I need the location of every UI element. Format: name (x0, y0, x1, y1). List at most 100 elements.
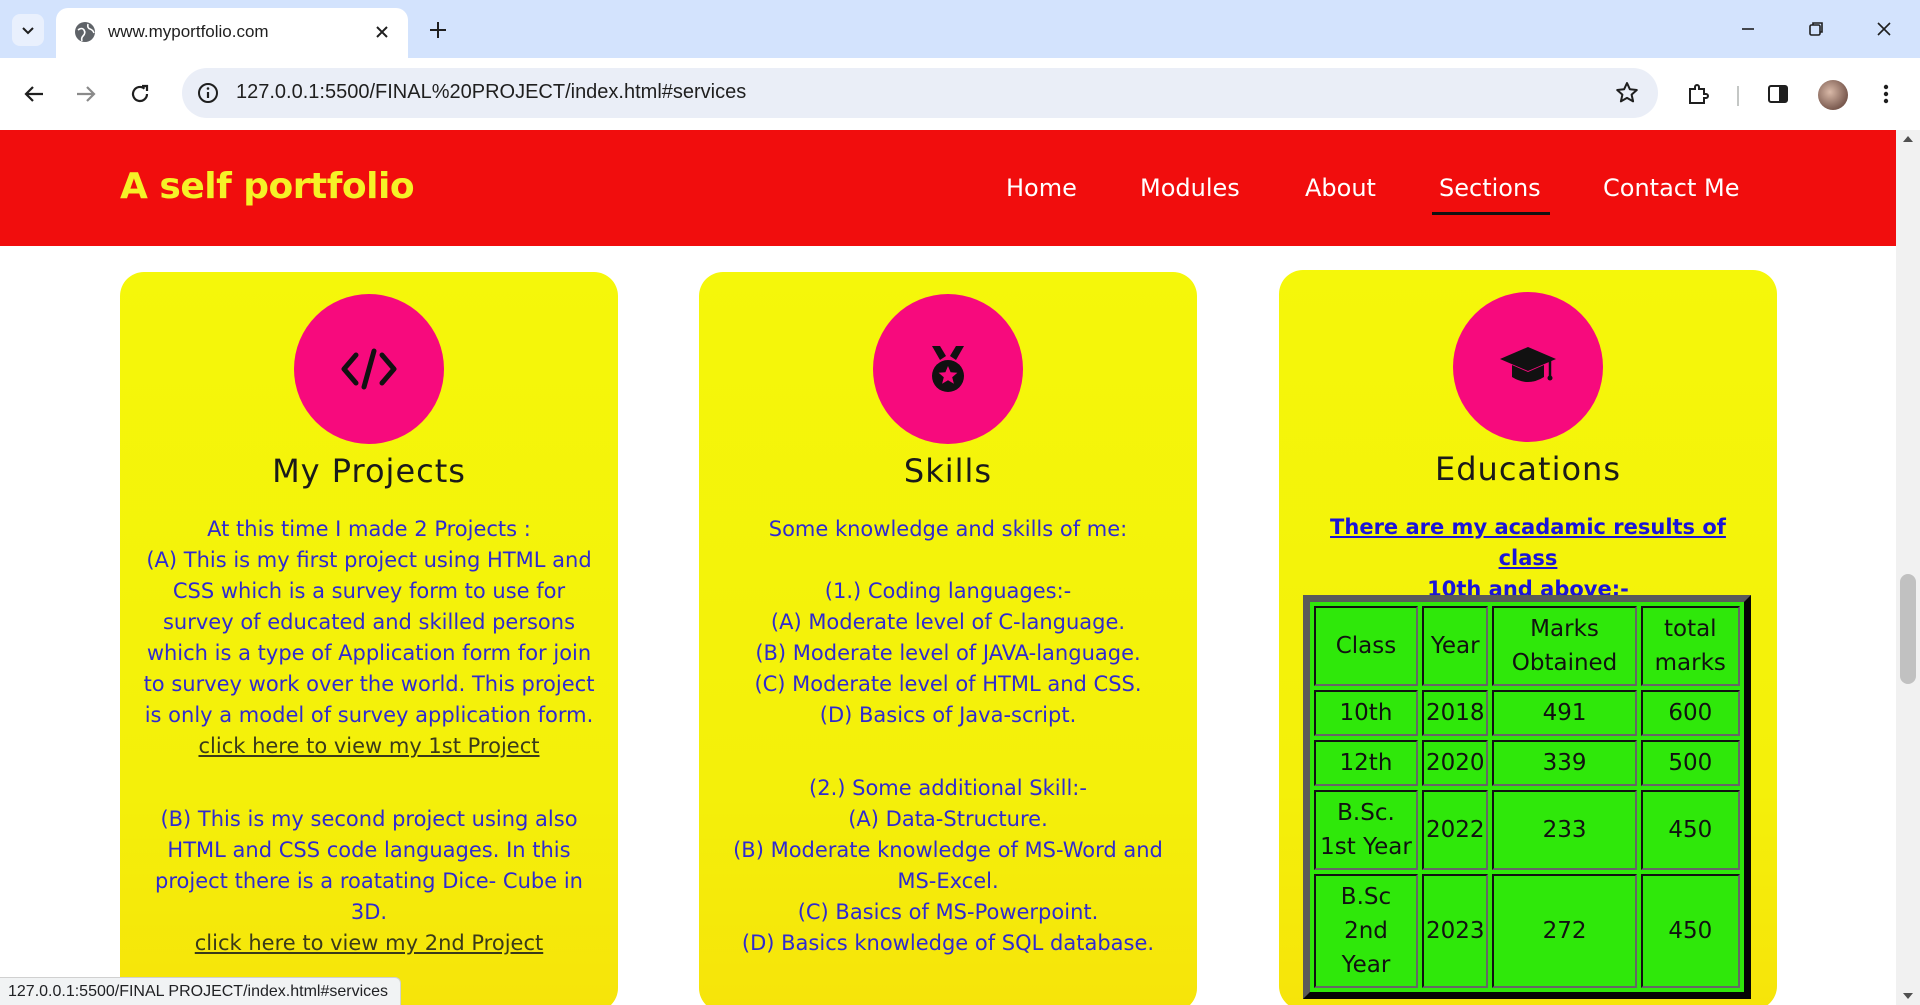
projects-line: (A) This is my first project using HTML … (146, 548, 592, 572)
cell-total: 500 (1640, 740, 1740, 786)
cell-year: 2022 (1421, 790, 1489, 870)
close-icon[interactable] (370, 20, 394, 44)
browser-tab-active[interactable]: www.myportfolio.com (56, 8, 408, 58)
tab-title: www.myportfolio.com (108, 22, 269, 41)
header-total-marks: total marks (1640, 606, 1740, 686)
nav-contact-me[interactable]: Contact Me (1603, 174, 1739, 202)
skills-line: (2.) Some additional Skill:- (809, 776, 1087, 800)
skills-line: (B) Moderate knowledge of MS-Word and (733, 838, 1163, 862)
skills-line: (1.) Coding languages:- (824, 579, 1072, 603)
table-row: B.Sc. 1st Year 2022 233 450 (1314, 790, 1740, 870)
projects-body: At this time I made 2 Projects : (A) Thi… (140, 514, 598, 959)
page-viewport: A self portfolio Home Modules About Sect… (0, 130, 1896, 1005)
cell-marks: 233 (1492, 790, 1637, 870)
skills-title: Skills (903, 452, 993, 490)
address-bar[interactable]: 127.0.0.1:5500/FINAL%20PROJECT/index.htm… (182, 68, 1658, 118)
window-close-icon[interactable] (1856, 8, 1912, 50)
table-header-row: Class Year Marks Obtained total marks (1314, 606, 1740, 686)
skills-body: Some knowledge and skills of me: (1.) Co… (719, 514, 1177, 959)
scrollbar-thumb[interactable] (1900, 574, 1916, 684)
site-info-icon[interactable] (196, 81, 220, 105)
skills-line: (D) Basics knowledge of SQL database. (741, 931, 1155, 955)
projects-line: survey of educated and skilled persons (162, 610, 576, 634)
results-table: Class Year Marks Obtained total marks 10… (1303, 595, 1751, 999)
cell-class: 12th (1314, 740, 1418, 786)
side-panel-icon[interactable] (1760, 76, 1796, 112)
forward-arrow-icon[interactable] (68, 76, 104, 112)
scroll-up-arrow-icon[interactable] (1903, 136, 1913, 142)
skills-line: MS-Excel. (897, 869, 999, 893)
education-card: Educations There are my acadamic results… (1279, 270, 1777, 1005)
cell-total: 450 (1640, 790, 1740, 870)
nav-home[interactable]: Home (1006, 174, 1077, 202)
skills-intro: Some knowledge and skills of me: (768, 517, 1128, 541)
projects-title: My Projects (272, 452, 466, 490)
projects-line: which is a type of Application form for … (146, 641, 592, 665)
projects-line: to survey work over the world. This proj… (143, 672, 595, 696)
header-marks-obtained: Marks Obtained (1492, 606, 1637, 686)
more-menu-icon[interactable] (1868, 76, 1904, 112)
medal-icon (873, 294, 1023, 444)
site-header: A self portfolio Home Modules About Sect… (0, 130, 1896, 246)
graduation-cap-icon (1453, 292, 1603, 442)
cell-marks: 491 (1492, 690, 1637, 736)
globe-icon (75, 22, 95, 42)
new-tab-plus-icon[interactable] (422, 14, 454, 46)
projects-line: 3D. (350, 900, 388, 924)
active-nav-underline (1432, 212, 1550, 215)
tab-search-chevron-icon[interactable] (12, 14, 44, 46)
results-link-line[interactable]: There are my acadamic results of class (1309, 512, 1747, 574)
profile-avatar[interactable] (1818, 80, 1848, 110)
cell-class: 10th (1314, 690, 1418, 736)
toolbar-divider (1737, 86, 1739, 106)
bookmark-star-icon[interactable] (1614, 80, 1640, 106)
page-scrollbar[interactable] (1896, 130, 1920, 1005)
back-arrow-icon[interactable] (16, 76, 52, 112)
minimize-icon[interactable] (1720, 8, 1776, 50)
nav-about[interactable]: About (1305, 174, 1376, 202)
results-link[interactable]: There are my acadamic results of class 1… (1309, 512, 1747, 605)
nav-sections[interactable]: Sections (1439, 174, 1541, 202)
scroll-down-arrow-icon[interactable] (1903, 993, 1913, 999)
restore-icon[interactable] (1788, 8, 1844, 50)
header-class: Class (1314, 606, 1418, 686)
site-brand[interactable]: A self portfolio (120, 166, 415, 207)
education-title: Educations (1435, 450, 1621, 488)
projects-line: (B) This is my second project using also (160, 807, 578, 831)
reload-icon[interactable] (122, 76, 158, 112)
cell-year: 2020 (1421, 740, 1489, 786)
project-1-link[interactable]: click here to view my 1st Project (198, 734, 539, 758)
table-row: 10th 2018 491 600 (1314, 690, 1740, 736)
cell-year: 2018 (1421, 690, 1489, 736)
cell-year: 2023 (1421, 874, 1489, 988)
browser-toolbar: 127.0.0.1:5500/FINAL%20PROJECT/index.htm… (0, 58, 1920, 130)
cell-total: 600 (1640, 690, 1740, 736)
extensions-puzzle-icon[interactable] (1680, 76, 1716, 112)
skills-card: Skills Some knowledge and skills of me: … (699, 272, 1197, 1005)
cell-class: B.Sc. 1st Year (1314, 790, 1418, 870)
url-text[interactable]: 127.0.0.1:5500/FINAL%20PROJECT/index.htm… (236, 81, 746, 104)
skills-line: (B) Moderate level of JAVA-language. (755, 641, 1141, 665)
project-2-link[interactable]: click here to view my 2nd Project (195, 931, 543, 955)
skills-line: (C) Moderate level of HTML and CSS. (754, 672, 1142, 696)
cell-class: B.Sc 2nd Year (1314, 874, 1418, 988)
projects-line: is only a model of survey application fo… (144, 703, 594, 727)
code-icon (294, 294, 444, 444)
projects-line: CSS which is a survey form to use for (172, 579, 566, 603)
skills-line: (A) Moderate level of C-language. (770, 610, 1126, 634)
projects-line: At this time I made 2 Projects : (207, 517, 531, 541)
cell-marks: 272 (1492, 874, 1637, 988)
browser-tab-strip: www.myportfolio.com (0, 0, 1920, 58)
table-row: B.Sc 2nd Year 2023 272 450 (1314, 874, 1740, 988)
projects-card: My Projects At this time I made 2 Projec… (120, 272, 618, 1005)
cell-marks: 339 (1492, 740, 1637, 786)
status-bar-url: 127.0.0.1:5500/FINAL PROJECT/index.html#… (0, 977, 402, 1005)
projects-line: project there is a roatating Dice- Cube … (155, 869, 583, 893)
cell-total: 450 (1640, 874, 1740, 988)
nav-modules[interactable]: Modules (1140, 174, 1240, 202)
skills-line: (A) Data-Structure. (848, 807, 1048, 831)
skills-line: (C) Basics of MS-Powerpoint. (797, 900, 1099, 924)
